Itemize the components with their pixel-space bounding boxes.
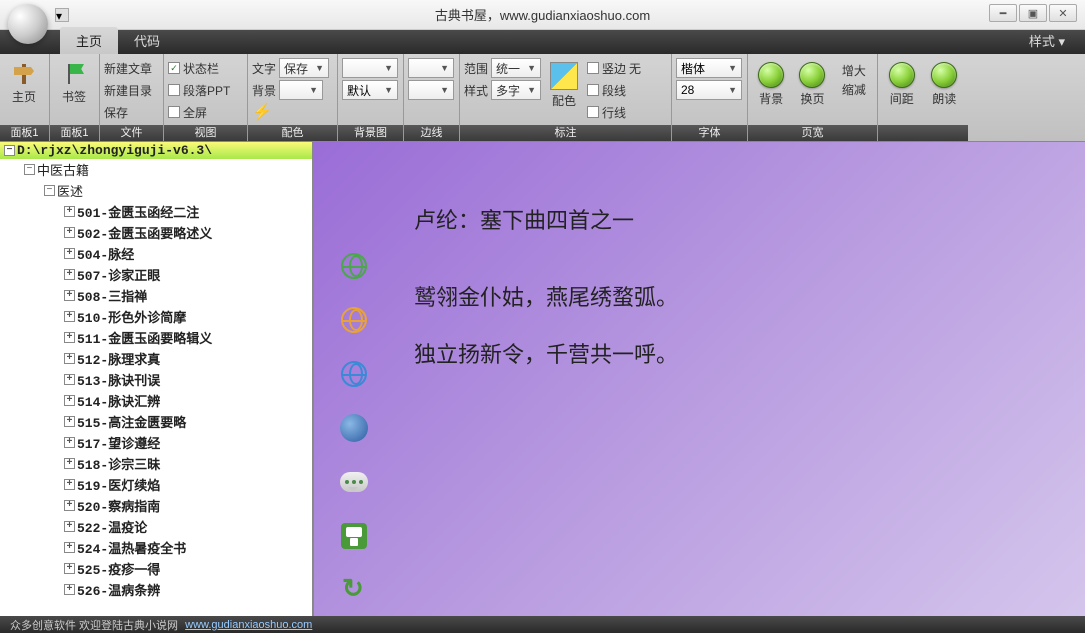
border-combo2[interactable]: ▼ [408,80,454,100]
tree-item[interactable]: +515-高注金匮要略 [0,411,312,432]
expand-icon[interactable]: + [64,416,75,427]
expand-icon[interactable]: + [64,500,75,511]
read-button[interactable]: 朗读 [925,58,965,111]
app-orb[interactable] [8,4,48,44]
orb-icon [758,62,784,88]
tree-item[interactable]: +501-金匮玉函经二注 [0,201,312,222]
chat-icon[interactable] [340,468,368,496]
bgimg-combo1[interactable]: ▼ [342,58,398,78]
expand-icon[interactable]: + [64,521,75,532]
save-button[interactable]: 保存 [104,102,152,122]
color-button[interactable]: 配色 [544,58,584,113]
tree-item[interactable]: +525-疫疹一得 [0,558,312,579]
tree-item[interactable]: +513-脉诀刊误 [0,369,312,390]
globe-blue-icon[interactable] [340,360,368,388]
tree-item[interactable]: +510-形色外诊简摩 [0,306,312,327]
tree-item[interactable]: +511-金匮玉函要略辑义 [0,327,312,348]
expand-icon[interactable]: + [64,227,75,238]
tree-item[interactable]: +519-医灯续焰 [0,474,312,495]
orb-icon [889,62,915,88]
tree-item[interactable]: +517-望诊遵经 [0,432,312,453]
style-combo[interactable]: 多字▼ [491,80,541,100]
text-save-combo[interactable]: 保存▼ [279,58,329,78]
min-button[interactable]: ━ [989,4,1017,22]
expand-icon[interactable]: + [64,311,75,322]
flag-icon [62,62,86,86]
speaker-icon[interactable] [340,414,368,442]
tree-item[interactable]: +504-脉经 [0,243,312,264]
expand-icon[interactable]: + [64,542,75,553]
tree-item[interactable]: +520-察病指南 [0,495,312,516]
tree-item[interactable]: +508-三指禅 [0,285,312,306]
vert-check[interactable]: 竖边 无 [587,58,641,78]
expand-icon[interactable]: + [64,290,75,301]
tree-item[interactable]: +522-温疫论 [0,516,312,537]
expand-icon[interactable]: + [64,374,75,385]
expand-icon[interactable]: + [64,584,75,595]
scope-combo[interactable]: 统一▼ [491,58,541,78]
poem-line: 鹫翎金仆姑，燕尾绣蝥弧。 [414,269,678,326]
expand-icon[interactable]: + [64,332,75,343]
tree-item[interactable]: +518-诊宗三昧 [0,453,312,474]
expand-icon[interactable]: + [64,458,75,469]
content-area: 卢纶：塞下曲四首之一 鹫翎金仆姑，燕尾绣蝥弧。 独立扬新令，千营共一呼。 [314,142,1085,616]
flip-orb-button[interactable]: 换页 [793,58,831,111]
tree-item[interactable]: +512-脉理求真 [0,348,312,369]
status-link[interactable]: www.gudianxiaoshuo.com [185,619,312,631]
max-button[interactable]: ▣ [1019,4,1047,22]
border-combo1[interactable]: ▼ [408,58,454,78]
poem-title: 卢纶：塞下曲四首之一 [414,192,678,249]
zoom-button[interactable]: 增大缩减 [835,58,873,102]
expand-icon[interactable]: − [24,164,35,175]
orb-icon [799,62,825,88]
tab-home[interactable]: 主页 [60,27,118,54]
rowline-check[interactable]: 行线 [587,102,641,122]
fullscreen-check[interactable]: 全屏 [168,102,230,122]
bg-combo[interactable]: ▼ [279,80,323,100]
expand-icon[interactable]: + [64,479,75,490]
expand-icon[interactable]: + [64,206,75,217]
expand-icon[interactable]: − [44,185,55,196]
orb-icon [931,62,957,88]
expand-icon[interactable]: + [64,395,75,406]
qat-btn[interactable]: ▾ [55,8,69,22]
status-bar: 众多创意软件 欢迎登陆古典小说网 www.gudianxiaoshuo.com [0,616,1085,633]
tree-item[interactable]: +514-脉诀汇辨 [0,390,312,411]
home-button[interactable]: 主页 [4,58,44,109]
expand-icon[interactable]: + [64,269,75,280]
color-swatch-icon [550,62,578,90]
tree-item[interactable]: +524-温热暑疫全书 [0,537,312,558]
window-title: 古典书屋，www.gudianxiaoshuo.com [435,5,650,24]
bgimg-combo2[interactable]: 默认▼ [342,80,398,100]
size-combo[interactable]: 28▼ [676,80,742,100]
signpost-icon [12,62,36,86]
expand-icon[interactable]: + [64,437,75,448]
save-icon[interactable] [340,522,368,550]
poem-line: 独立扬新令，千营共一呼。 [414,326,678,383]
tab-style[interactable]: 样式 ▾ [1021,27,1073,54]
bolt-icon[interactable]: ⚡ [252,102,329,122]
bookmark-button[interactable]: 书签 [54,58,94,109]
tab-code[interactable]: 代码 [118,27,176,54]
expand-icon[interactable]: + [64,248,75,259]
statusbar-check[interactable]: ✓状态栏 [168,58,230,78]
tree-item[interactable]: +507-诊家正眼 [0,264,312,285]
expand-icon[interactable]: + [64,353,75,364]
tree-item[interactable]: +502-金匮玉函要略述义 [0,222,312,243]
expand-icon[interactable]: − [4,145,15,156]
tree-item[interactable]: +526-温病条辨 [0,579,312,600]
new-article-button[interactable]: 新建文章 [104,58,152,78]
bg-orb-button[interactable]: 背景 [752,58,790,111]
file-tree[interactable]: −D:\rjxz\zhongyiguji-v6.3\ −中医古籍 −医述 +50… [0,142,312,616]
expand-icon[interactable]: + [64,563,75,574]
segline-check[interactable]: 段线 [587,80,641,100]
spacing-button[interactable]: 间距 [882,58,922,111]
refresh-icon[interactable] [340,576,368,604]
font-combo[interactable]: 楷体▼ [676,58,742,78]
para-ppt-check[interactable]: 段落PPT [168,80,230,100]
new-dir-button[interactable]: 新建目录 [104,80,152,100]
globe-green-icon[interactable] [340,252,368,280]
globe-orange-icon[interactable] [340,306,368,334]
close-button[interactable]: ✕ [1049,4,1077,22]
